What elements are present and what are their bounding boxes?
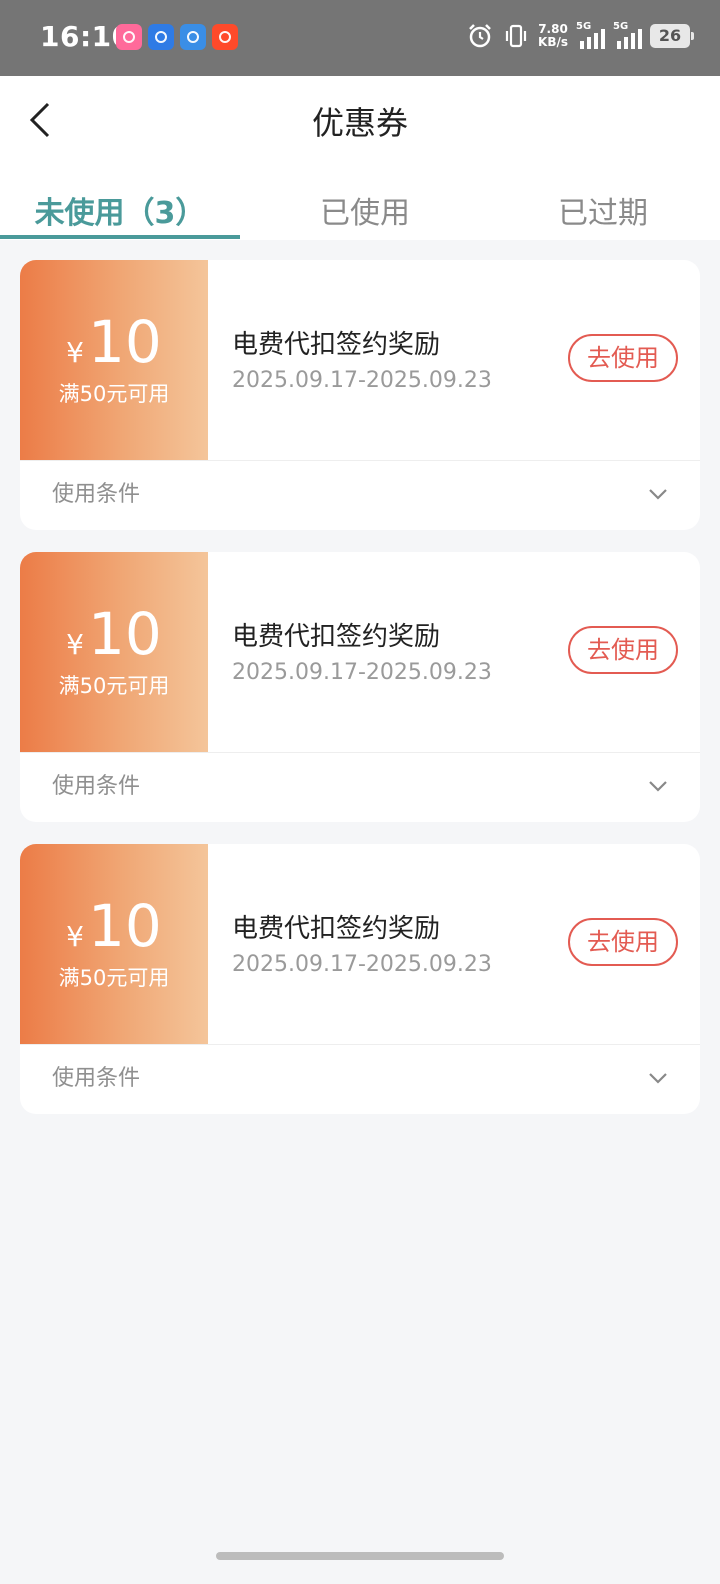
coupon-min-spend: 满50元可用 <box>58 966 170 990</box>
page-header: 优惠券 <box>0 76 720 164</box>
use-coupon-button[interactable]: 去使用 <box>568 626 678 674</box>
vibrate-icon <box>505 24 527 48</box>
chevron-down-icon[interactable] <box>646 1066 670 1090</box>
coupon-amount-value: 10 <box>88 308 162 376</box>
chevron-down-icon[interactable] <box>646 774 670 798</box>
network-speed-unit: KB/s <box>538 35 568 49</box>
coupon-name: 电费代扣签约奖励 <box>232 330 441 360</box>
tab-unused[interactable]: 未使用（3） <box>0 188 240 232</box>
coupon-amount: ¥10 <box>20 312 208 383</box>
video-app-icon <box>180 24 206 50</box>
status-bar: 16:10 7.80 KB/s 5G 5G 26 <box>0 0 720 76</box>
coupon-amount: ¥10 <box>20 896 208 967</box>
bilibili-app-icon <box>116 24 142 50</box>
usage-conditions-toggle[interactable]: 使用条件 <box>52 768 140 800</box>
use-coupon-button[interactable]: 去使用 <box>568 334 678 382</box>
coupon-validity: 2025.09.17-2025.09.23 <box>232 368 492 393</box>
currency-symbol: ¥ <box>66 920 84 953</box>
notification-app-icons <box>116 24 238 50</box>
coupon-card: ¥10 满50元可用 电费代扣签约奖励 2025.09.17-2025.09.2… <box>20 260 700 530</box>
currency-symbol: ¥ <box>66 628 84 661</box>
card-divider <box>20 460 700 461</box>
coupon-value-stub: ¥10 满50元可用 <box>20 260 208 460</box>
usage-conditions-toggle[interactable]: 使用条件 <box>52 1060 140 1092</box>
coupon-tabs: 未使用（3） 已使用 已过期 <box>0 164 720 240</box>
tab-used[interactable]: 已使用 <box>245 188 485 232</box>
coupon-card: ¥10 满50元可用 电费代扣签约奖励 2025.09.17-2025.09.2… <box>20 552 700 822</box>
taobao-app-icon <box>212 24 238 50</box>
coupon-validity: 2025.09.17-2025.09.23 <box>232 952 492 977</box>
active-tab-indicator <box>0 235 240 239</box>
coupon-value-stub: ¥10 满50元可用 <box>20 844 208 1044</box>
use-coupon-button[interactable]: 去使用 <box>568 918 678 966</box>
network-type-label: 5G <box>576 21 592 32</box>
currency-symbol: ¥ <box>66 336 84 369</box>
coupon-amount: ¥10 <box>20 604 208 675</box>
alarm-icon <box>469 24 491 48</box>
coupon-amount-value: 10 <box>88 600 162 668</box>
usage-conditions-toggle[interactable]: 使用条件 <box>52 476 140 508</box>
signal-strength-icon: 5G <box>576 21 605 49</box>
tab-expired[interactable]: 已过期 <box>483 188 720 232</box>
coupon-name: 电费代扣签约奖励 <box>232 622 441 652</box>
coupon-validity: 2025.09.17-2025.09.23 <box>232 660 492 685</box>
card-divider <box>20 752 700 753</box>
signal-strength-icon-2: 5G <box>613 21 642 49</box>
home-indicator[interactable] <box>216 1552 504 1560</box>
battery-indicator: 26 <box>650 24 694 48</box>
coupon-min-spend: 满50元可用 <box>58 674 170 698</box>
network-speed: 7.80 KB/s <box>538 23 568 49</box>
coupon-list: ¥10 满50元可用 电费代扣签约奖励 2025.09.17-2025.09.2… <box>20 260 700 1136</box>
coupon-name: 电费代扣签约奖励 <box>232 914 441 944</box>
coupon-card: ¥10 满50元可用 电费代扣签约奖励 2025.09.17-2025.09.2… <box>20 844 700 1114</box>
coupon-value-stub: ¥10 满50元可用 <box>20 552 208 752</box>
card-divider <box>20 1044 700 1045</box>
page-title: 优惠券 <box>311 104 408 142</box>
blue-app-icon <box>148 24 174 50</box>
status-icons: 7.80 KB/s 5G 5G 26 <box>466 21 694 50</box>
coupon-amount-value: 10 <box>88 892 162 960</box>
chevron-down-icon[interactable] <box>646 482 670 506</box>
coupon-min-spend: 满50元可用 <box>58 382 170 406</box>
network-type-label-2: 5G <box>613 21 629 32</box>
